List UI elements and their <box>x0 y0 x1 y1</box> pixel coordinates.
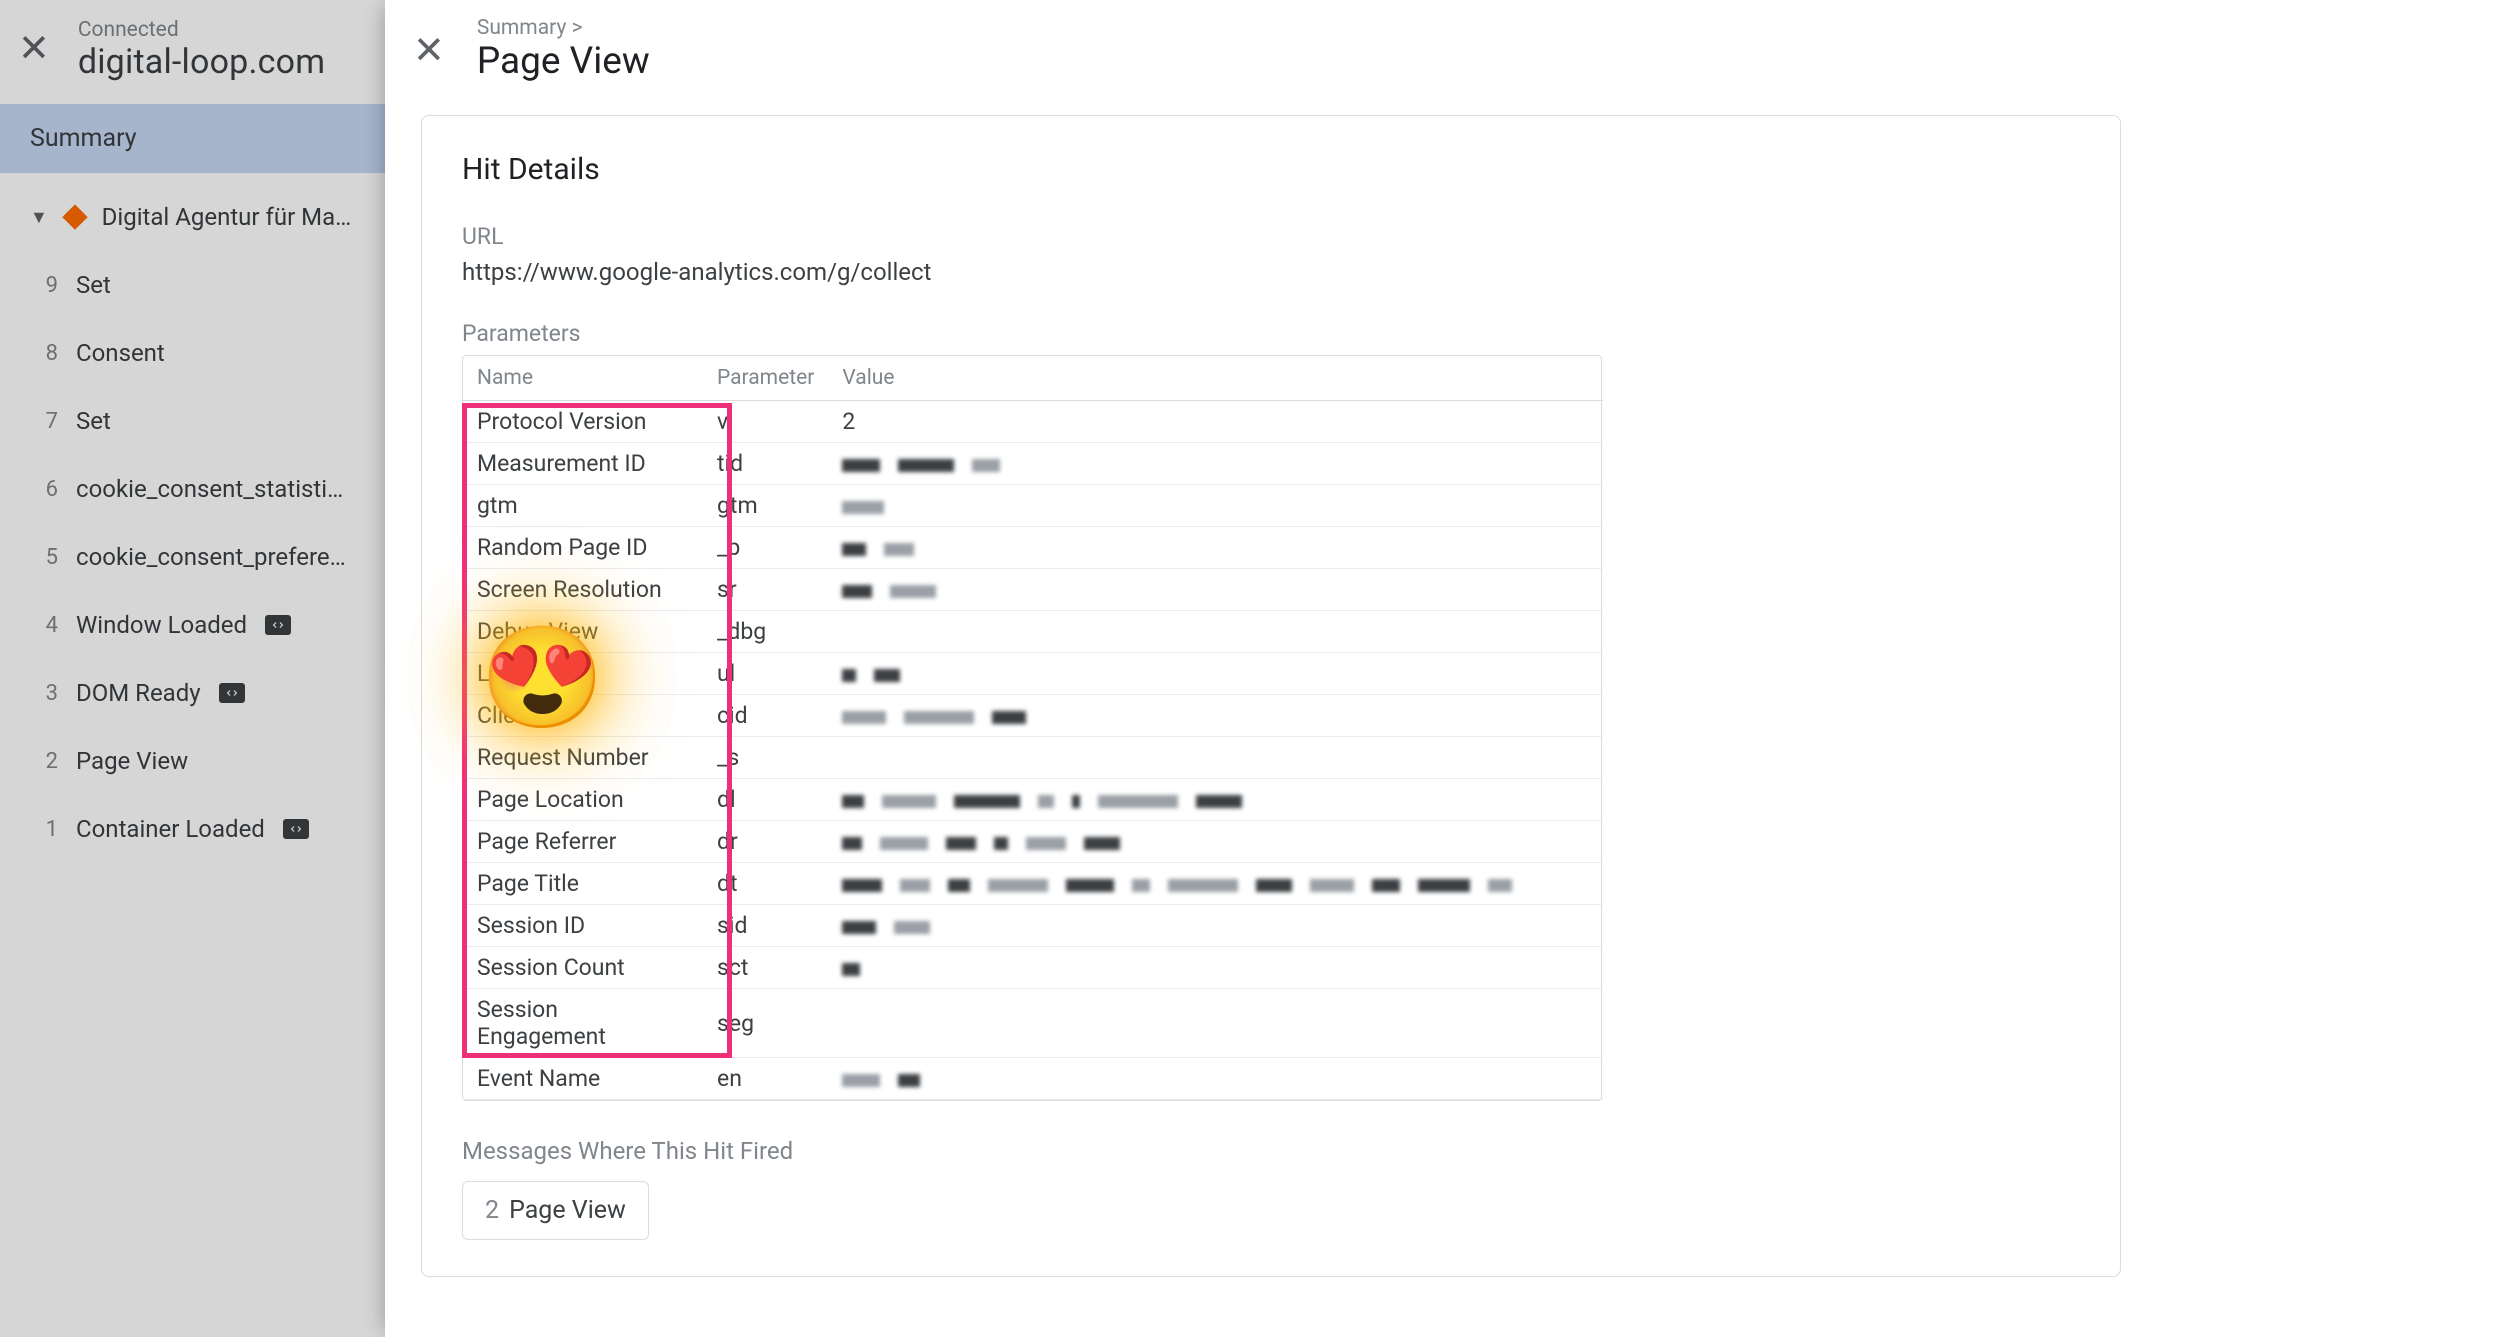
sidebar-overlay <box>0 0 385 1337</box>
url-label: URL <box>462 223 2080 250</box>
param-key: en <box>703 1058 828 1100</box>
param-key: seg <box>703 989 828 1058</box>
th-value: Value <box>828 356 1603 401</box>
param-value <box>828 863 1603 905</box>
param-name: Session Count <box>463 947 703 989</box>
table-row: Page Locationdl <box>463 779 1603 821</box>
th-parameter: Parameter <box>703 356 828 401</box>
messages-label: Messages Where This Hit Fired <box>462 1137 2080 1165</box>
param-name: Session Engagement <box>463 989 703 1058</box>
table-row: Random Page ID_p <box>463 527 1603 569</box>
message-chip[interactable]: 2 Page View <box>462 1181 649 1240</box>
param-name: Protocol Version <box>463 401 703 443</box>
page-title: Page View <box>477 40 650 83</box>
param-name: Session ID <box>463 905 703 947</box>
param-name: Measurement ID <box>463 443 703 485</box>
param-key: dr <box>703 821 828 863</box>
table-row: Languageul <box>463 653 1603 695</box>
heart-eyes-emoji: 😍 <box>480 620 605 737</box>
param-key: ul <box>703 653 828 695</box>
table-row: Session Engagementseg <box>463 989 1603 1058</box>
param-name: Page Referrer <box>463 821 703 863</box>
th-name: Name <box>463 356 703 401</box>
param-name: Random Page ID <box>463 527 703 569</box>
table-row: Protocol Versionv2 <box>463 401 1603 443</box>
param-value <box>828 611 1603 653</box>
breadcrumb[interactable]: Summary > <box>477 16 650 40</box>
param-value <box>828 443 1603 485</box>
chip-label: Page View <box>509 1196 626 1225</box>
parameters-label: Parameters <box>462 320 2080 347</box>
url-value: https://www.google-analytics.com/g/colle… <box>462 258 2080 286</box>
param-name: Screen Resolution <box>463 569 703 611</box>
main-panel: ✕ Summary > Page View Hit Details URL ht… <box>385 0 2494 1337</box>
param-key: dl <box>703 779 828 821</box>
param-name: Event Name <box>463 1058 703 1100</box>
param-key: _dbg <box>703 611 828 653</box>
param-value <box>828 821 1603 863</box>
param-key: _s <box>703 737 828 779</box>
table-row: gtmgtm <box>463 485 1603 527</box>
param-key: v <box>703 401 828 443</box>
table-row: Client IDcid <box>463 695 1603 737</box>
param-key: dt <box>703 863 828 905</box>
param-value <box>828 947 1603 989</box>
table-row: Event Nameen <box>463 1058 1603 1100</box>
param-name: Page Title <box>463 863 703 905</box>
param-name: Request Number <box>463 737 703 779</box>
table-row: Page Referrerdr <box>463 821 1603 863</box>
param-key: sid <box>703 905 828 947</box>
close-icon[interactable]: ✕ <box>413 32 445 70</box>
param-key: sct <box>703 947 828 989</box>
param-key: tid <box>703 443 828 485</box>
param-key: _p <box>703 527 828 569</box>
param-key: cid <box>703 695 828 737</box>
param-name: Page Location <box>463 779 703 821</box>
param-value <box>828 527 1603 569</box>
param-value <box>828 905 1603 947</box>
table-row: Screen Resolutionsr <box>463 569 1603 611</box>
table-row: Debug View_dbg <box>463 611 1603 653</box>
param-key: gtm <box>703 485 828 527</box>
table-row: Session Countsct <box>463 947 1603 989</box>
param-value <box>828 653 1603 695</box>
param-value <box>828 1058 1603 1100</box>
chip-number: 2 <box>485 1196 499 1225</box>
card-title: Hit Details <box>462 152 2080 187</box>
param-value <box>828 485 1603 527</box>
hit-details-card: Hit Details URL https://www.google-analy… <box>421 115 2121 1277</box>
param-value <box>828 737 1603 779</box>
table-row: Measurement IDtid <box>463 443 1603 485</box>
param-key: sr <box>703 569 828 611</box>
table-row: Request Number_s <box>463 737 1603 779</box>
param-value <box>828 779 1603 821</box>
table-row: Session IDsid <box>463 905 1603 947</box>
table-row: Page Titledt <box>463 863 1603 905</box>
param-value <box>828 695 1603 737</box>
param-value <box>828 989 1603 1058</box>
param-name: gtm <box>463 485 703 527</box>
param-value: 2 <box>828 401 1603 443</box>
parameters-table: Name Parameter Value Protocol Versionv2M… <box>463 356 1603 1100</box>
param-value <box>828 569 1603 611</box>
